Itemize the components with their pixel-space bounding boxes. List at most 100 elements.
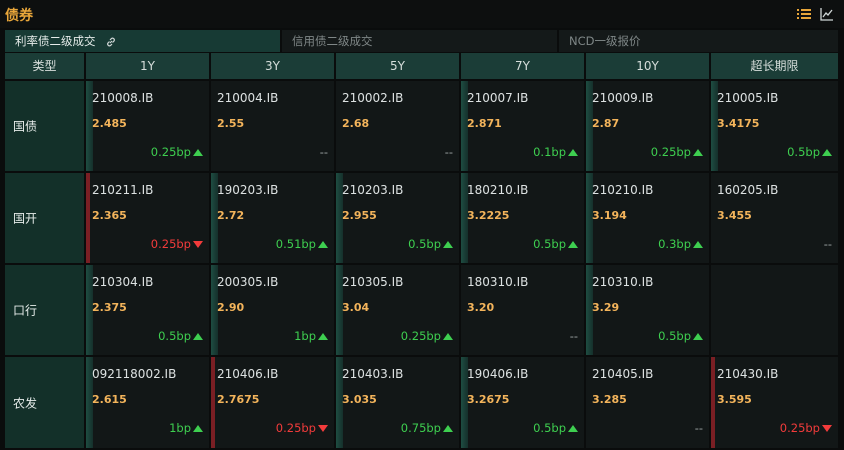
bond-code: 210009.IB <box>592 91 654 105</box>
bond-quote-cell[interactable]: 210211.IB 2.365 0.25bp <box>86 173 211 263</box>
row-type-cell: 国债 <box>5 81 86 171</box>
yield-change-value: 0.25bp <box>650 145 691 159</box>
bond-table: 类型 1Y 3Y 5Y 7Y 10Y 超长期限 国债 210008.IB 2.485 0.25bp… <box>5 53 838 448</box>
bond-code: 092118002.IB <box>92 367 177 381</box>
tab-rate-bond-secondary[interactable]: 利率债二级成交 <box>5 30 282 52</box>
bond-quote-cell[interactable]: 180310.IB 3.20 -- <box>461 265 586 355</box>
triangle-down-icon <box>822 424 832 432</box>
bond-code: 210005.IB <box>717 91 779 105</box>
bond-yield: 2.68 <box>342 117 370 130</box>
column-header: 7Y <box>461 53 586 79</box>
bond-quote-cell[interactable]: 210430.IB 3.595 0.25bp <box>711 357 838 448</box>
change-indicator-bar <box>211 357 215 448</box>
yield-change: -- <box>320 145 328 159</box>
bond-yield: 3.29 <box>592 301 620 314</box>
table-header-row: 类型 1Y 3Y 5Y 7Y 10Y 超长期限 <box>5 53 838 79</box>
bond-yield: 2.7675 <box>217 393 260 406</box>
tab-bar: 利率债二级成交 信用债二级成交 NCD一级报价 <box>5 30 838 52</box>
bond-code: 210405.IB <box>592 367 654 381</box>
bond-code: 210304.IB <box>92 275 154 289</box>
bond-yield: 3.4175 <box>717 117 760 130</box>
list-icon[interactable] <box>797 7 811 21</box>
bond-code: 210004.IB <box>217 91 279 105</box>
bond-quote-cell[interactable]: 210203.IB 2.955 0.5bp <box>336 173 461 263</box>
bond-code: 210007.IB <box>467 91 529 105</box>
column-header: 10Y <box>586 53 711 79</box>
bond-yield: 3.194 <box>592 209 627 222</box>
table-row: 口行 210304.IB 2.375 0.5bp 200305.IB 2.90 1bp 210… <box>5 265 838 355</box>
yield-change-value: 0.1bp <box>533 145 566 159</box>
yield-change: 0.5bp <box>158 329 203 343</box>
triangle-up-icon <box>443 332 453 340</box>
bond-quote-cell[interactable]: 210406.IB 2.7675 0.25bp <box>211 357 336 448</box>
yield-change-value: 0.25bp <box>150 237 191 251</box>
triangle-up-icon <box>443 240 453 248</box>
yield-change: -- <box>570 329 578 343</box>
row-type-cell: 国开 <box>5 173 86 263</box>
bond-code: 200305.IB <box>217 275 279 289</box>
page-title: 债券 <box>5 8 33 24</box>
bond-code: 210008.IB <box>92 91 154 105</box>
bond-quote-cell[interactable]: 200305.IB 2.90 1bp <box>211 265 336 355</box>
triangle-down-icon <box>193 240 203 248</box>
bond-quote-cell[interactable]: 210002.IB 2.68 -- <box>336 81 461 171</box>
bond-code: 210430.IB <box>717 367 779 381</box>
window-header: 债券 <box>0 0 844 28</box>
bond-quote-cell[interactable]: 210005.IB 3.4175 0.5bp <box>711 81 838 171</box>
yield-change-value: 1bp <box>169 421 191 435</box>
triangle-up-icon <box>822 148 832 156</box>
change-indicator-bar <box>711 357 715 448</box>
bond-quote-cell[interactable]: 160205.IB 3.455 -- <box>711 173 838 263</box>
tab-label: NCD一级报价 <box>569 34 641 48</box>
bond-quote-cell[interactable]: 180210.IB 3.2225 0.5bp <box>461 173 586 263</box>
yield-change: 0.5bp <box>408 237 453 251</box>
table-row: 农发 092118002.IB 2.615 1bp 210406.IB 2.7675 0.2… <box>5 357 838 448</box>
bond-quote-cell[interactable]: 210007.IB 2.871 0.1bp <box>461 81 586 171</box>
bond-yield: 2.375 <box>92 301 127 314</box>
bond-yield: 2.87 <box>592 117 620 130</box>
tab-label: 利率债二级成交 <box>15 34 96 48</box>
yield-change: 0.75bp <box>401 421 453 435</box>
yield-change: 0.51bp <box>276 237 328 251</box>
yield-change: 1bp <box>294 329 328 343</box>
bond-quote-cell[interactable]: 210405.IB 3.285 -- <box>586 357 711 448</box>
tab-credit-bond-secondary[interactable]: 信用债二级成交 <box>282 30 559 52</box>
row-type-label: 国开 <box>13 211 38 226</box>
yield-change-value: 0.3bp <box>658 237 691 251</box>
bond-yield: 3.2675 <box>467 393 510 406</box>
change-indicator-bar <box>86 173 90 263</box>
bond-yield: 3.595 <box>717 393 752 406</box>
yield-change: 0.25bp <box>401 329 453 343</box>
yield-change-value: 1bp <box>294 329 316 343</box>
yield-change-value: -- <box>823 237 832 251</box>
yield-change: 0.5bp <box>533 237 578 251</box>
bond-quote-cell[interactable]: 210304.IB 2.375 0.5bp <box>86 265 211 355</box>
yield-change-value: 0.5bp <box>658 329 691 343</box>
bond-yield: 3.2225 <box>467 209 510 222</box>
bond-code: 180210.IB <box>467 183 529 197</box>
bond-quote-cell[interactable]: 210009.IB 2.87 0.25bp <box>586 81 711 171</box>
yield-change: 0.5bp <box>533 421 578 435</box>
bond-quote-cell[interactable]: 092118002.IB 2.615 1bp <box>86 357 211 448</box>
bond-quote-cell[interactable]: 210008.IB 2.485 0.25bp <box>86 81 211 171</box>
yield-change: 0.25bp <box>651 145 703 159</box>
bond-quote-cell[interactable]: 210004.IB 2.55 -- <box>211 81 336 171</box>
table-row: 国开 210211.IB 2.365 0.25bp 190203.IB 2.72 0.51b… <box>5 173 838 263</box>
bond-quote-cell[interactable]: 210305.IB 3.04 0.25bp <box>336 265 461 355</box>
yield-change: 0.3bp <box>658 237 703 251</box>
row-type-label: 国债 <box>13 119 38 134</box>
bond-yield: 2.955 <box>342 209 377 222</box>
line-chart-icon[interactable] <box>820 7 834 21</box>
bond-code: 210305.IB <box>342 275 404 289</box>
tab-ncd-primary-quote[interactable]: NCD一级报价 <box>559 30 838 52</box>
yield-change: -- <box>445 145 453 159</box>
bond-quote-cell[interactable]: 210310.IB 3.29 0.5bp <box>586 265 711 355</box>
bond-quote-cell[interactable]: 210403.IB 3.035 0.75bp <box>336 357 461 448</box>
bond-quote-cell[interactable]: 190406.IB 3.2675 0.5bp <box>461 357 586 448</box>
triangle-up-icon <box>443 424 453 432</box>
triangle-up-icon <box>693 148 703 156</box>
bond-quote-cell[interactable]: 190203.IB 2.72 0.51bp <box>211 173 336 263</box>
bond-quote-cell[interactable]: 210210.IB 3.194 0.3bp <box>586 173 711 263</box>
row-type-cell: 口行 <box>5 265 86 355</box>
yield-change: 0.25bp <box>780 421 832 435</box>
